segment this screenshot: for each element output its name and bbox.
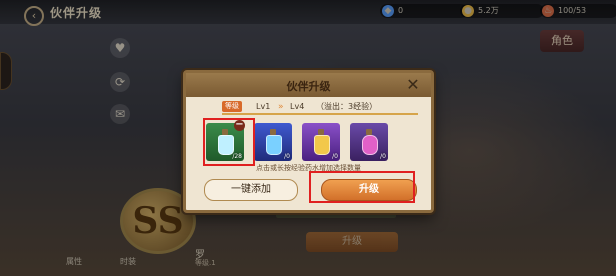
- arrow-right-icon: »: [278, 102, 284, 112]
- level-overflow: （溢出：3经验）: [316, 102, 378, 111]
- level-tag: 等级: [222, 101, 242, 112]
- potion-slot-blue[interactable]: /0: [254, 123, 292, 161]
- potion-bottle-icon: [314, 129, 330, 155]
- highlight-box: [309, 171, 415, 203]
- potion-bottle-icon: [266, 129, 282, 155]
- potion-count: /0: [332, 153, 338, 160]
- potion-slot-pink[interactable]: /0: [350, 123, 388, 161]
- potion-count: /0: [284, 153, 290, 160]
- level-to: Lv4: [290, 102, 305, 111]
- potion-bottle-icon: [362, 129, 378, 155]
- level-row: 等级 Lv1 » Lv4 （溢出：3经验）: [222, 101, 418, 115]
- quick-add-button[interactable]: 一键添加: [204, 179, 298, 201]
- potion-slot-purple[interactable]: /0: [302, 123, 340, 161]
- highlight-box: [203, 118, 255, 166]
- close-icon[interactable]: ✕: [404, 76, 422, 94]
- modal-title: 伙伴升级: [286, 80, 331, 93]
- potion-count: /0: [380, 153, 386, 160]
- level-from: Lv1: [256, 102, 271, 111]
